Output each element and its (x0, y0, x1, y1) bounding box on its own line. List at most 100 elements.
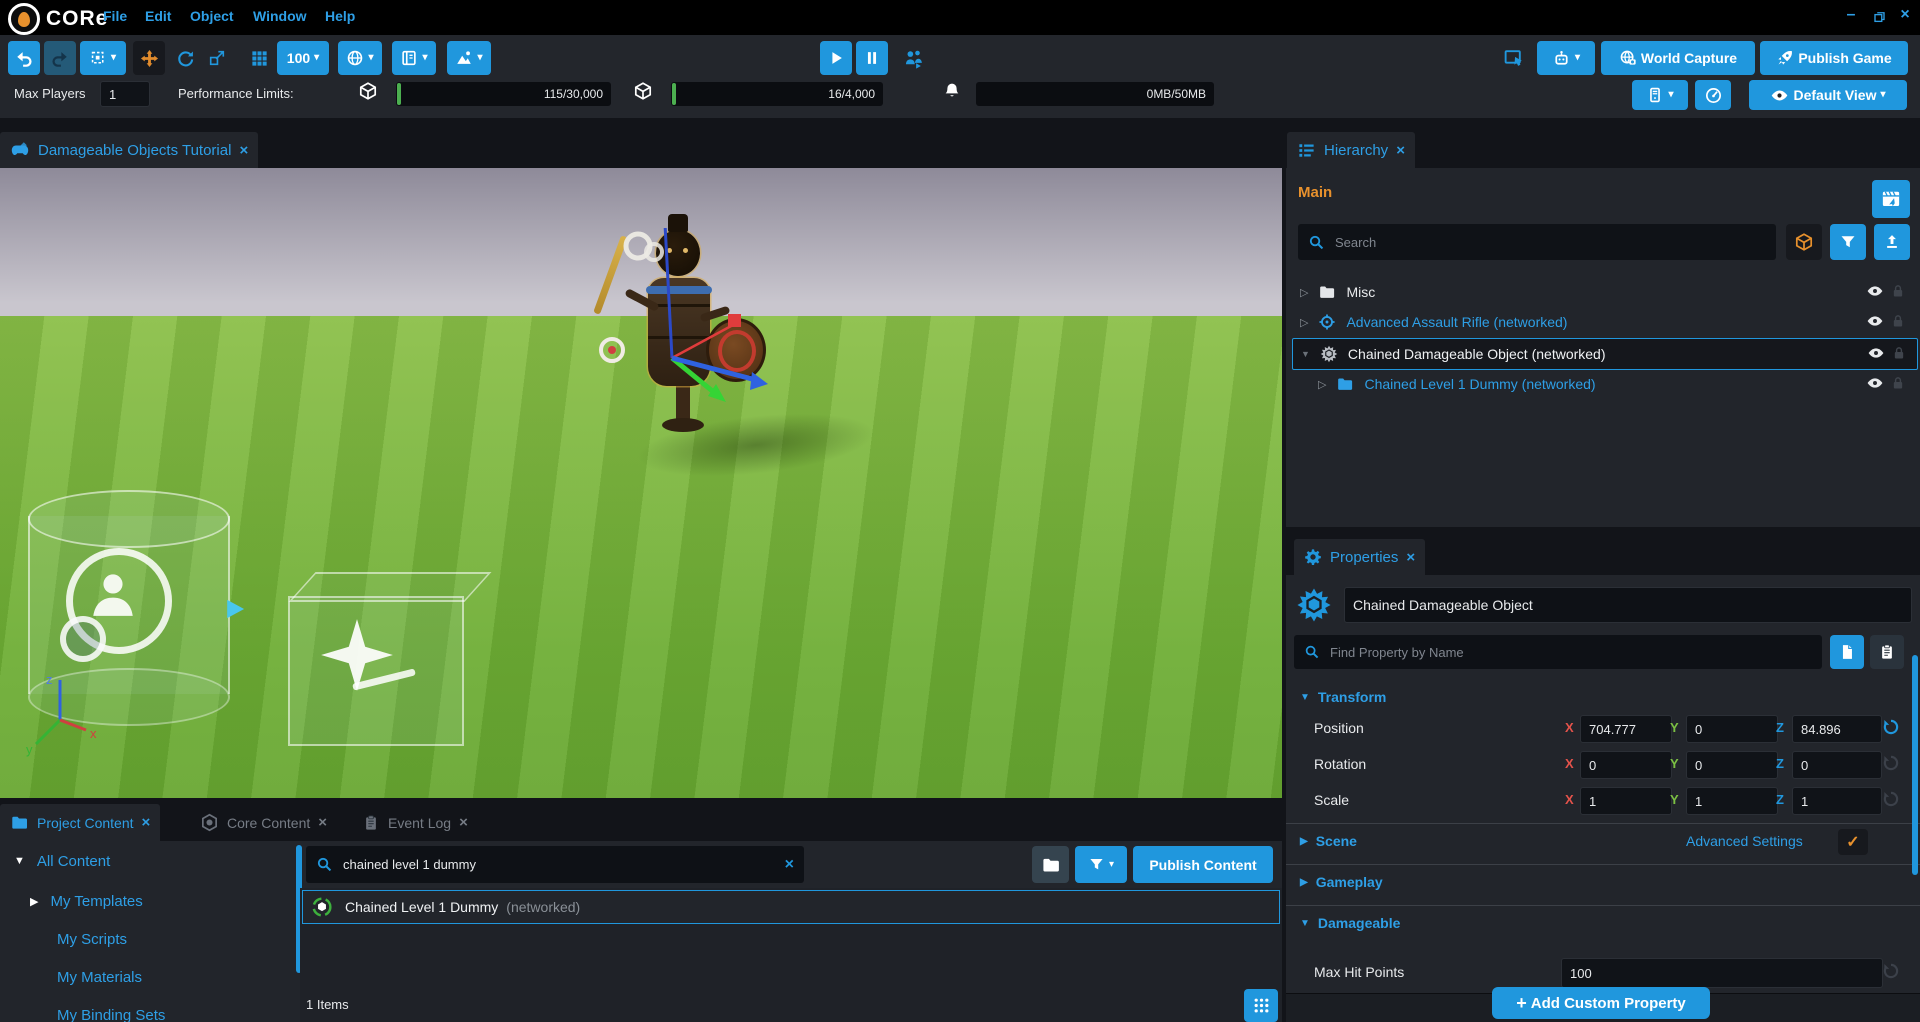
position-y-input[interactable]: 0 (1686, 715, 1778, 743)
content-search-input[interactable] (341, 856, 777, 873)
advanced-settings-link[interactable]: Advanced Settings (1686, 833, 1803, 849)
tab-event-log[interactable]: Event Log × (352, 804, 478, 841)
move-tool-button[interactable] (133, 41, 165, 75)
expander-icon[interactable]: ▷ (1318, 378, 1326, 391)
tab-hierarchy[interactable]: Hierarchy × (1287, 132, 1415, 168)
copy-properties-button[interactable] (1830, 635, 1864, 669)
expander-icon[interactable]: ▼ (1301, 349, 1310, 359)
scene-settings-button[interactable] (1872, 180, 1910, 218)
paste-properties-button[interactable] (1870, 635, 1904, 669)
menu-help[interactable]: Help (325, 8, 355, 24)
transform-gizmo[interactable] (540, 228, 820, 488)
grid-view-button[interactable] (1244, 989, 1278, 1022)
section-scene[interactable]: ▶Scene (1300, 833, 1357, 849)
hierarchy-export-button[interactable] (1874, 224, 1910, 260)
grid-snap-button[interactable] (244, 41, 274, 75)
world-mode-dropdown[interactable]: ▾ (338, 41, 382, 75)
tab-core-content[interactable]: Core Content × (190, 804, 337, 841)
content-tree-my-binding-sets[interactable]: My Binding Sets (0, 1003, 290, 1022)
menu-window[interactable]: Window (253, 8, 307, 24)
scale-y-input[interactable]: 1 (1686, 787, 1778, 815)
section-damageable[interactable]: ▼Damageable (1300, 915, 1400, 931)
reset-position-button[interactable] (1882, 718, 1900, 741)
hierarchy-row-rifle[interactable]: ▷ Advanced Assault Rifle (networked) (1292, 308, 1916, 336)
find-property[interactable] (1294, 635, 1822, 669)
visibility-icon[interactable] (1866, 282, 1884, 303)
visibility-icon[interactable] (1866, 374, 1884, 395)
content-tree-my-scripts[interactable]: My Scripts (0, 927, 290, 951)
detach-window-button[interactable] (1498, 41, 1528, 75)
expander-icon[interactable]: ▷ (1300, 316, 1308, 329)
visibility-icon[interactable] (1866, 312, 1884, 333)
lock-icon[interactable] (1890, 283, 1906, 302)
visibility-icon[interactable] (1867, 344, 1885, 365)
menu-object[interactable]: Object (190, 8, 234, 24)
pause-button[interactable] (856, 41, 888, 75)
asset-view-button[interactable] (1786, 224, 1822, 260)
tab-viewport[interactable]: Damageable Objects Tutorial × (0, 132, 258, 168)
hierarchy-search-input[interactable] (1333, 234, 1766, 251)
default-view-dropdown[interactable]: Default View▾ (1749, 80, 1907, 110)
position-x-input[interactable]: 704.777 (1580, 715, 1672, 743)
max-players-input[interactable]: 1 (100, 81, 150, 107)
content-tree-my-templates[interactable]: ▶ My Templates (0, 889, 290, 913)
publish-game-button[interactable]: Publish Game (1760, 41, 1908, 75)
close-project-content-tab-icon[interactable]: × (142, 814, 151, 831)
undo-button[interactable] (8, 41, 40, 75)
world-capture-button[interactable]: World Capture (1601, 41, 1755, 75)
hierarchy-row-dummy[interactable]: ▷ Chained Level 1 Dummy (networked) (1292, 370, 1916, 398)
advanced-settings-toggle[interactable]: ✓ (1838, 829, 1868, 855)
content-filter-dropdown[interactable]: ▾ (1075, 846, 1127, 883)
select-tool-dropdown[interactable]: ▾ (80, 41, 126, 75)
screenshot-dropdown[interactable]: ▾ (392, 41, 436, 75)
reset-rotation-button[interactable] (1882, 754, 1900, 777)
minimize-button[interactable]: – (1840, 6, 1862, 24)
multiplayer-preview-button[interactable] (898, 41, 928, 75)
rotate-tool-button[interactable] (170, 41, 200, 75)
menu-edit[interactable]: Edit (145, 8, 171, 24)
section-transform[interactable]: ▼Transform (1300, 689, 1386, 705)
max-hit-points-input[interactable]: 100 (1561, 958, 1883, 988)
snap-size-dropdown[interactable]: 100▾ (277, 41, 329, 75)
content-search[interactable]: × (306, 846, 804, 883)
rotation-z-input[interactable]: 0 (1792, 751, 1882, 779)
bot-dropdown[interactable]: ▾ (1537, 41, 1595, 75)
close-hierarchy-tab-icon[interactable]: × (1396, 142, 1405, 159)
lock-icon[interactable] (1890, 313, 1906, 332)
position-z-input[interactable]: 84.896 (1792, 715, 1882, 743)
reset-scale-button[interactable] (1882, 790, 1900, 813)
rotation-y-input[interactable]: 0 (1686, 751, 1778, 779)
menu-file[interactable]: File (103, 8, 127, 24)
browse-folder-button[interactable] (1032, 846, 1069, 883)
save-dropdown[interactable]: ▾ (1632, 80, 1688, 110)
hierarchy-row-damageable-selected[interactable]: ▼ Chained Damageable Object (networked) (1292, 338, 1918, 370)
environment-dropdown[interactable]: ▾ (447, 41, 491, 75)
lock-icon[interactable] (1891, 345, 1907, 364)
rotation-x-input[interactable]: 0 (1580, 751, 1672, 779)
scale-x-input[interactable]: 1 (1580, 787, 1672, 815)
expander-icon[interactable]: ▷ (1300, 286, 1308, 299)
close-viewport-tab-icon[interactable]: × (239, 142, 248, 159)
content-result-row[interactable]: Chained Level 1 Dummy (networked) (302, 890, 1280, 924)
properties-scrollbar[interactable] (1912, 655, 1918, 875)
close-core-content-tab-icon[interactable]: × (318, 814, 327, 831)
scale-tool-button[interactable] (202, 41, 232, 75)
find-property-input[interactable] (1328, 644, 1812, 661)
play-button[interactable] (820, 41, 852, 75)
viewport-scene[interactable]: z y x (0, 168, 1282, 798)
content-tree-all-content[interactable]: ▼ All Content (0, 849, 290, 873)
clear-search-icon[interactable]: × (785, 856, 794, 874)
object-name-input[interactable] (1344, 587, 1912, 623)
close-properties-tab-icon[interactable]: × (1406, 549, 1415, 566)
hierarchy-search[interactable] (1298, 224, 1776, 260)
hierarchy-row-misc[interactable]: ▷ Misc (1292, 278, 1916, 306)
reset-max-hit-points-button[interactable] (1882, 962, 1900, 985)
add-custom-property-button[interactable]: + Add Custom Property (1492, 987, 1710, 1019)
content-tree-my-materials[interactable]: My Materials (0, 965, 290, 989)
publish-content-button[interactable]: Publish Content (1133, 846, 1273, 883)
tab-project-content[interactable]: Project Content × (0, 804, 160, 841)
hierarchy-filter-button[interactable] (1830, 224, 1866, 260)
close-button[interactable]: × (1894, 6, 1916, 24)
restore-button[interactable] (1868, 9, 1890, 29)
scale-z-input[interactable]: 1 (1792, 787, 1882, 815)
